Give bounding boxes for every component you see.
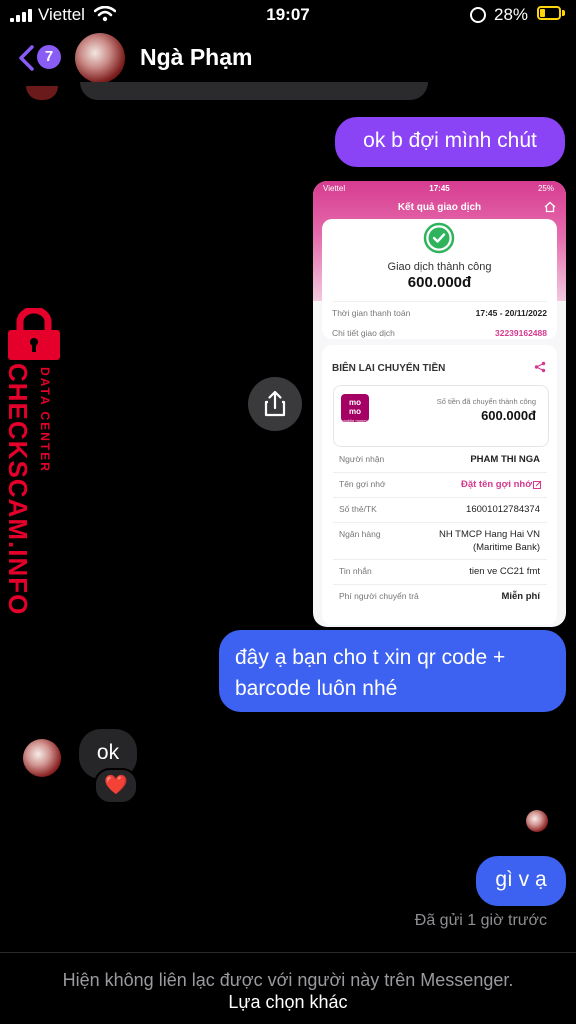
share-icon [264,390,286,417]
receipt-row-label: Ngân hàng [339,529,381,539]
rotation-lock-icon [470,7,486,23]
receipt-row-value: 16001012784374 [466,504,540,515]
receipt-row-label: Tin nhắn [339,566,372,576]
receipt-row-value: tien ve CC21 fmt [469,566,540,577]
edit-icon [533,480,542,489]
receipt-section-title: BIÊN LAI CHUYỂN TIỀN [332,363,446,374]
divider [333,472,547,473]
transferred-amount: 600.000đ [481,408,536,423]
transaction-detail-value: 32239162488 [494,328,547,338]
partial-message-bubble [80,82,428,100]
receipt-row-label: Số thẻ/TK [339,504,377,514]
status-time: 19:07 [266,5,310,24]
receipt-row-label: Người nhận [339,454,385,464]
divider [333,559,547,560]
receipt-row-label: Tên gợi nhớ [339,479,386,489]
transaction-receipt-image[interactable]: Viettel 17:45 25% Kết quả giao dịch Giao… [313,181,566,627]
contact-avatar-small[interactable] [23,739,61,777]
receipt-row-value: Miễn phí [501,591,540,602]
battery-icon [537,6,561,20]
sent-status: Đã gửi 1 giờ trước [414,912,547,929]
receipt-title: Kết quả giao dịch [397,202,482,213]
contact-name[interactable]: Ngà Phạm [140,44,252,71]
receipt-row-value: PHAM THI NGA [470,454,540,465]
payment-time-value: 17:45 - 20/11/2022 [475,308,547,318]
divider [333,522,547,523]
receipt-row-label: Phí người chuyển trả [339,591,419,601]
battery-tip [562,10,565,16]
home-icon [544,201,556,213]
seen-avatar [526,810,548,832]
partial-avatar [26,86,58,100]
unread-count-badge[interactable]: 7 [37,45,61,69]
payment-time-label: Thời gian thanh toán [332,308,411,318]
receipt-status-time: 17:45 [429,184,450,193]
sent-message-bubble[interactable]: ok b đợi mình chút [335,117,565,167]
divider [333,584,547,585]
sent-message-bubble[interactable]: đây ạ bạn cho t xin qr code + barcode lu… [219,630,566,712]
status-bar: Viettel 19:07 28% [0,0,576,30]
sent-message-bubble[interactable]: gì v ạ [476,856,566,906]
receipt-row-value: NH TMCP Hang Hai VN (Maritime Bank) [438,529,540,553]
transferred-label: Số tiền đã chuyển thành công [436,397,536,406]
success-check-icon [423,222,455,254]
battery-percent: 28% [494,5,529,24]
divider [333,497,547,498]
share-button[interactable] [248,377,302,431]
transaction-detail-label: Chi tiết giao dịch [332,328,395,338]
contact-avatar[interactable] [75,33,125,83]
receipt-amount: 600.000đ [407,274,472,291]
heart-reaction-icon[interactable]: ❤️ [94,768,138,804]
momo-logo: mo mo mobile money [341,394,369,423]
watermark-subtitle: DATA CENTER [38,367,52,473]
receipt-row-value: Đặt tên gợi nhớ [460,479,532,490]
lock-icon [8,308,60,360]
watermark-text: CHECKSCAM.INFO [3,363,33,616]
unavailable-notice: Hiện không liên lạc được với người này t… [62,970,514,990]
divider [333,301,547,302]
share-icon [534,361,546,373]
footer-divider [0,952,576,953]
other-options-link[interactable]: Lựa chọn khác [0,992,576,1013]
receipt-result: Giao dịch thành công [387,261,492,273]
receipt-battery: 25% [537,184,554,193]
